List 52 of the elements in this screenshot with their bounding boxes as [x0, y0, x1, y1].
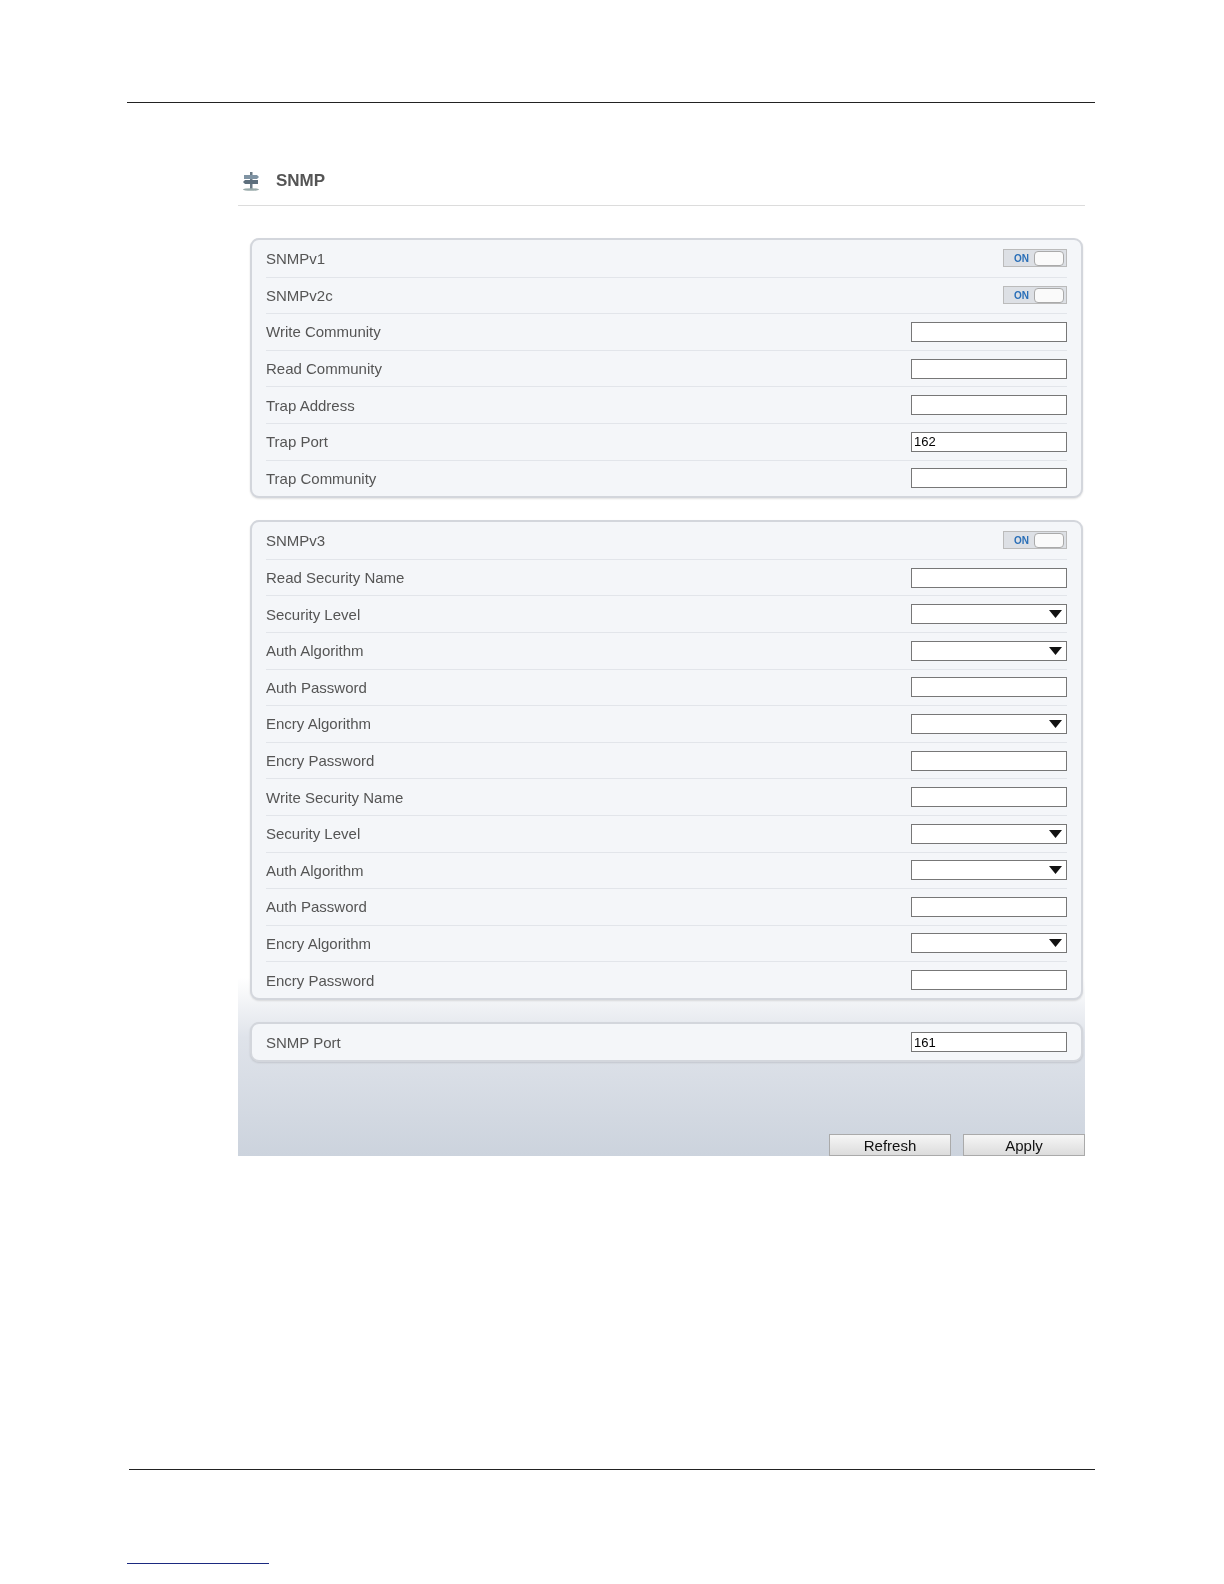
dropdown-field[interactable] [911, 823, 1067, 844]
refresh-button[interactable]: Refresh [829, 1134, 951, 1157]
field-label: Auth Password [266, 898, 367, 916]
field-label: Encry Algorithm [266, 935, 372, 952]
page-title: SNMP [276, 171, 326, 191]
input-field[interactable] [911, 468, 1067, 489]
input-field[interactable] [911, 896, 1067, 917]
field-label: SNMPv3 [266, 531, 326, 549]
dropdown-field[interactable] [911, 604, 1067, 625]
dropdown-arrow-icon [1049, 646, 1062, 655]
input-field[interactable] [911, 970, 1067, 991]
field-label: Auth Algorithm [266, 861, 364, 879]
field-label: Write Security Name [266, 788, 404, 806]
input-field[interactable]: 162 [911, 431, 1067, 452]
field-label: SNMP Port [266, 1033, 341, 1051]
dropdown-field[interactable] [911, 933, 1067, 954]
input-field[interactable] [911, 395, 1067, 416]
field-label: Auth Password [266, 678, 367, 696]
field-label: Auth Algorithm [266, 642, 364, 660]
field-label: Encry Algorithm [266, 715, 372, 733]
field-label: Write Community [266, 323, 381, 341]
input-field[interactable] [911, 322, 1067, 342]
field-label: Security Level [266, 825, 361, 843]
on-off-switch[interactable]: ON [1003, 531, 1067, 550]
dropdown-field[interactable] [911, 713, 1067, 734]
signpost-icon [242, 171, 260, 191]
field-label: Read Security Name [266, 569, 405, 587]
field-label: Trap Community [266, 469, 377, 487]
dropdown-arrow-icon [1049, 939, 1062, 948]
on-off-switch[interactable]: ON [1003, 249, 1067, 268]
on-off-switch[interactable]: ON [1003, 286, 1067, 305]
input-field[interactable] [911, 750, 1067, 771]
input-field[interactable] [911, 787, 1067, 808]
dropdown-field[interactable] [911, 640, 1067, 661]
input-field[interactable] [911, 567, 1067, 588]
input-field[interactable]: 161 [911, 1032, 1067, 1053]
field-label: SNMPv1 [266, 249, 326, 267]
field-label: Trap Address [266, 396, 355, 414]
field-label: Encry Password [266, 971, 375, 989]
field-label: Encry Password [266, 752, 375, 769]
dropdown-arrow-icon [1049, 866, 1062, 875]
field-label: Security Level [266, 605, 361, 623]
field-label: SNMPv2c [266, 286, 333, 304]
field-label: Read Community [266, 360, 382, 378]
dropdown-arrow-icon [1049, 719, 1062, 728]
dropdown-field[interactable] [911, 860, 1067, 881]
input-field[interactable] [911, 358, 1067, 379]
dropdown-arrow-icon [1049, 610, 1062, 619]
apply-button[interactable]: Apply [963, 1134, 1085, 1157]
dropdown-arrow-icon [1049, 829, 1062, 838]
input-field[interactable] [911, 677, 1067, 698]
field-label: Trap Port [266, 433, 328, 451]
